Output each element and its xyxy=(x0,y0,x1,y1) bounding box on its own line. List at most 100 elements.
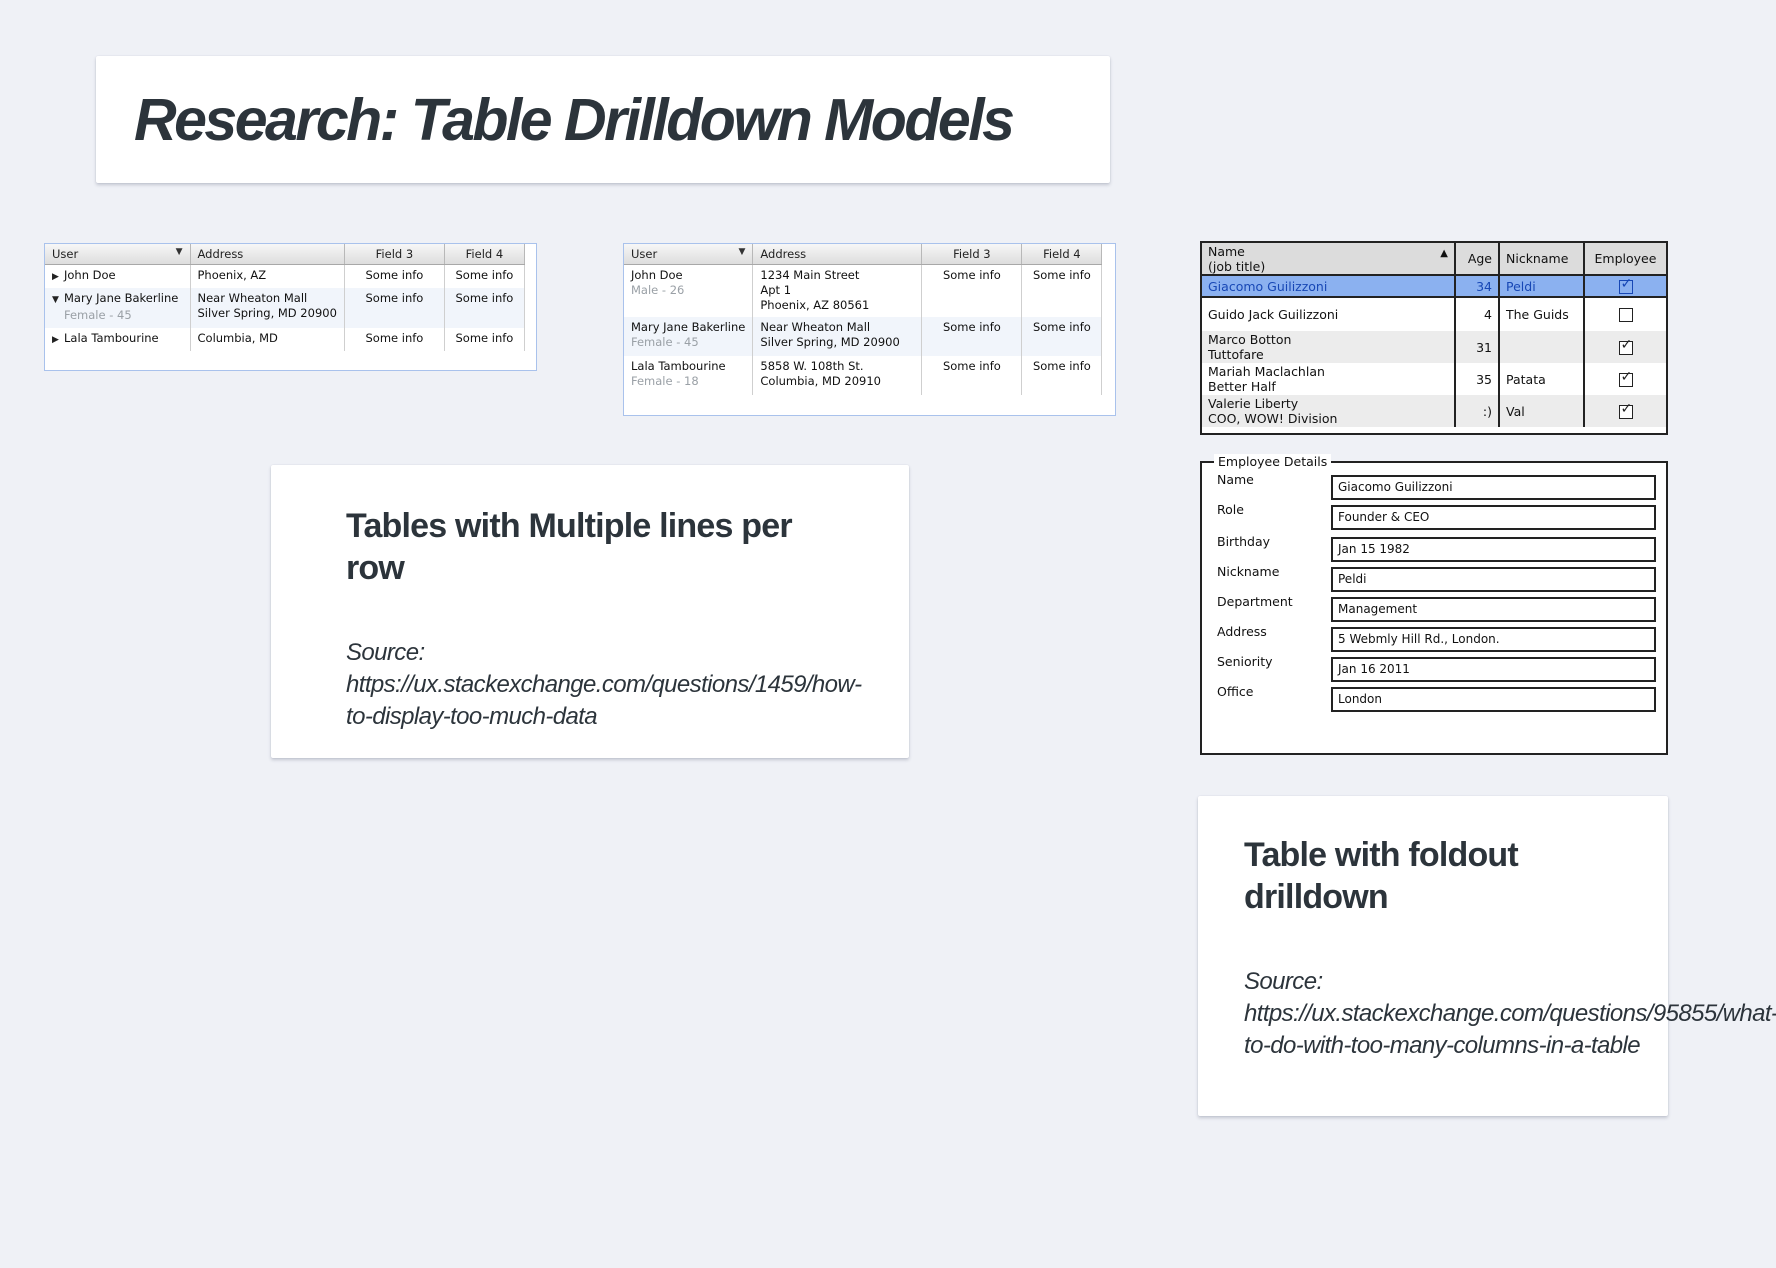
nickname-cell: Val xyxy=(1499,395,1585,427)
detail-row-department: Department Management xyxy=(1202,594,1666,625)
address-line: Apt 1 xyxy=(760,282,792,297)
age-cell: 4 xyxy=(1455,297,1500,331)
nickname-cell xyxy=(1499,331,1585,363)
name-cell: Guido Jack Guilizzoni xyxy=(1202,297,1456,331)
field3-cell: Some info xyxy=(921,264,1023,317)
table2-grid: User ▼ Address Field 3 Field 4 John Doe Ma… xyxy=(624,244,1103,395)
field-label: Role xyxy=(1217,502,1244,517)
seniority-field[interactable]: Jan 16 2011 xyxy=(1331,657,1656,682)
user-name: Lala Tambourine xyxy=(631,359,726,373)
name-cell: Giacomo Guilizzoni xyxy=(1202,275,1456,298)
role-field[interactable]: Founder & CEO xyxy=(1331,505,1656,530)
table-row[interactable]: Mary Jane Bakerline Female - 45 Near Whea… xyxy=(624,317,1103,356)
address-column-header[interactable]: Address xyxy=(190,244,345,265)
field-label: Birthday xyxy=(1217,534,1271,549)
age-cell: 31 xyxy=(1455,331,1500,363)
office-field[interactable]: London xyxy=(1331,687,1656,712)
table-row[interactable]: Guido Jack Guilizzoni 4 The Guids xyxy=(1202,297,1666,331)
employee-checkbox[interactable] xyxy=(1618,308,1633,323)
job-title: Tuttofare xyxy=(1208,347,1264,362)
field3-cell: Some info xyxy=(344,327,445,351)
name-field[interactable]: Giacomo Guilizzoni xyxy=(1331,475,1656,500)
table-row[interactable]: Marco Botton Tuttofare 31 xyxy=(1202,331,1666,363)
note-source: Source: https://ux.stackexchange.com/que… xyxy=(1244,968,1776,1059)
note-card-foldout: Table with foldout drilldown Source: htt… xyxy=(1198,796,1776,1116)
nickname-column-header[interactable]: Nickname xyxy=(1499,243,1585,276)
nickname-cell: The Guids xyxy=(1499,297,1585,331)
address-line: Silver Spring, MD 20900 xyxy=(197,305,337,320)
user-name: Mary Jane Bakerline xyxy=(631,320,746,334)
table-row[interactable]: ▶ John Doe Phoenix, AZ Some info Some inf… xyxy=(45,264,525,288)
field3-column-header[interactable]: Field 3 xyxy=(344,244,445,265)
field4-cell: Some info xyxy=(1021,264,1103,317)
age-cell: :) xyxy=(1455,395,1500,427)
nickname-cell: Peldi xyxy=(1499,275,1585,298)
sort-up-icon[interactable]: ▲ xyxy=(1440,246,1448,261)
age-column-header[interactable]: Age xyxy=(1455,243,1500,276)
user-subtitle: Female - 18 xyxy=(631,374,699,388)
table-row-expanded[interactable]: ▼ Mary Jane Bakerline Female - 45 Near Whe… xyxy=(45,287,525,328)
table-row[interactable]: Lala Tambourine Female - 18 5858 W. 108th… xyxy=(624,356,1103,395)
address-line: Silver Spring, MD 20900 xyxy=(760,335,900,349)
table-row[interactable]: John Doe Male - 26 1234 Main Street Apt 1P… xyxy=(624,264,1103,317)
detail-row-address: Address 5 Webmly Hill Rd., London. xyxy=(1202,624,1666,655)
address-cell: Columbia, MD xyxy=(190,327,345,351)
table-row[interactable]: Mariah Maclachlan Better Half 35 Patata xyxy=(1202,363,1666,395)
collapse-triangle-icon[interactable]: ▼ xyxy=(52,293,64,308)
user-subtitle: Female - 45 xyxy=(64,307,132,322)
user-name: Mary Jane Bakerline xyxy=(64,290,179,305)
expand-triangle-icon[interactable]: ▶ xyxy=(52,333,64,348)
multiline-rows-table: User ▼ Address Field 3 Field 4 John Doe Ma… xyxy=(623,243,1116,416)
field4-column-header[interactable]: Field 4 xyxy=(1021,244,1103,265)
name-cell: Marco Botton xyxy=(1208,332,1292,347)
field4-column-header[interactable]: Field 4 xyxy=(444,244,525,265)
table-row[interactable]: ▶ Lala Tambourine Columbia, MD Some info … xyxy=(45,327,525,351)
field-label: Address xyxy=(1217,624,1267,639)
field-label: Department xyxy=(1217,594,1293,609)
user-column-header[interactable]: User ▼ xyxy=(45,244,191,265)
employee-checkbox[interactable] xyxy=(1618,404,1633,419)
user-subtitle: Male - 26 xyxy=(631,282,685,297)
title-card: Research: Table Drilldown Models xyxy=(96,56,1110,183)
nickname-field[interactable]: Peldi xyxy=(1331,567,1656,592)
age-cell: 35 xyxy=(1455,363,1500,395)
field4-cell: Some info xyxy=(444,264,525,288)
address-line: 1234 Main Street xyxy=(760,267,860,282)
department-field[interactable]: Management xyxy=(1331,597,1656,622)
note-heading: Table with foldout drilldown xyxy=(1244,836,1519,916)
detail-row-office: Office London xyxy=(1202,684,1666,715)
employee-checkbox[interactable] xyxy=(1618,279,1633,294)
name-column-header[interactable]: ▲ Name (job title) xyxy=(1202,243,1456,276)
job-title: COO, WOW! Division xyxy=(1208,411,1338,426)
field3-cell: Some info xyxy=(921,356,1023,395)
birthday-field[interactable]: Jan 15 1982 xyxy=(1331,537,1656,562)
address-cell: Phoenix, AZ xyxy=(190,264,345,288)
field-label: Name xyxy=(1217,472,1254,487)
sort-down-icon[interactable]: ▼ xyxy=(738,247,745,257)
table-row[interactable]: Valerie Liberty COO, WOW! Division :) Val xyxy=(1202,395,1666,427)
table-row-selected[interactable]: Giacomo Guilizzoni 34 Peldi xyxy=(1202,275,1666,298)
employee-column-header[interactable]: Employee xyxy=(1584,243,1666,276)
sort-down-icon[interactable]: ▼ xyxy=(176,247,183,257)
expand-triangle-icon[interactable]: ▶ xyxy=(52,270,64,285)
name-cell: Valerie Liberty xyxy=(1208,396,1299,411)
nickname-cell: Patata xyxy=(1499,363,1585,395)
address-column-header[interactable]: Address xyxy=(752,244,923,265)
field3-cell: Some info xyxy=(344,287,445,328)
field3-column-header[interactable]: Field 3 xyxy=(921,244,1023,265)
user-name: John Doe xyxy=(64,267,116,282)
user-column-header[interactable]: User ▼ xyxy=(624,244,754,265)
field-label: Nickname xyxy=(1217,564,1280,579)
detail-row-birthday: Birthday Jan 15 1982 xyxy=(1202,534,1666,565)
details-legend: Employee Details xyxy=(1214,454,1332,469)
name-cell: Mariah Maclachlan xyxy=(1208,364,1325,379)
job-title: Better Half xyxy=(1208,379,1276,394)
field4-cell: Some info xyxy=(444,287,525,328)
address-field[interactable]: 5 Webmly Hill Rd., London. xyxy=(1331,627,1656,652)
field-label: Office xyxy=(1217,684,1254,699)
employee-checkbox[interactable] xyxy=(1618,372,1633,387)
user-name: John Doe xyxy=(631,267,683,282)
field-label: Seniority xyxy=(1217,654,1273,669)
employee-checkbox[interactable] xyxy=(1618,340,1633,355)
page-title: Research: Table Drilldown Models xyxy=(134,87,1015,153)
